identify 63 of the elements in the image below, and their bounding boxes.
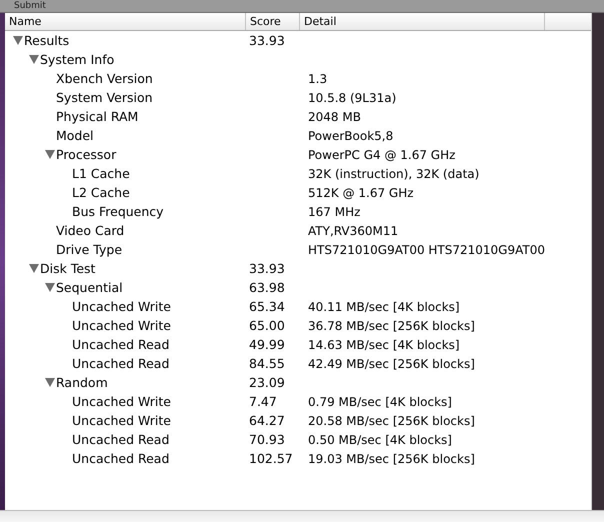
- detail-value: 20.58 MB/sec [256K blocks]: [308, 414, 475, 428]
- detail-value: 14.63 MB/sec [4K blocks]: [308, 338, 460, 352]
- row-name: Uncached Read: [72, 432, 170, 447]
- score-value: 7.47: [249, 394, 277, 409]
- detail-value: 36.78 MB/sec [256K blocks]: [308, 318, 475, 332]
- row-name: Xbench Version: [56, 71, 153, 86]
- score-value: 70.93: [249, 432, 285, 447]
- detail-value: 42.49 MB/sec [256K blocks]: [308, 356, 475, 370]
- row-name: Uncached Read: [72, 451, 170, 466]
- row-name: Uncached Write: [72, 299, 171, 314]
- row-name: Uncached Write: [72, 413, 171, 428]
- score-value: 49.99: [249, 337, 285, 352]
- row-name: Results: [24, 33, 70, 48]
- row-name: L2 Cache: [72, 185, 130, 200]
- score-value: 65.00: [249, 318, 285, 333]
- row-name: Uncached Read: [72, 356, 170, 371]
- row-name: Video Card: [56, 223, 124, 238]
- detail-value: HTS721010G9AT00 HTS721010G9AT00: [308, 242, 545, 256]
- score-value: 102.57: [249, 451, 293, 466]
- row-name: Drive Type: [56, 242, 122, 257]
- disclosure-triangle-icon[interactable]: [45, 283, 55, 292]
- detail-value: 10.5.8 (9L31a): [308, 90, 396, 104]
- row-name: Random: [56, 375, 108, 390]
- score-value: 64.27: [249, 413, 285, 428]
- row-name: Physical RAM: [56, 109, 138, 124]
- score-value: 23.09: [249, 375, 285, 390]
- disclosure-triangle-icon[interactable]: [45, 150, 55, 159]
- row-name: Uncached Read: [72, 337, 170, 352]
- row-name: Disk Test: [40, 261, 96, 276]
- column-header[interactable]: Name: [5, 13, 246, 30]
- score-value: 65.34: [249, 299, 285, 314]
- disclosure-triangle-icon[interactable]: [29, 55, 39, 64]
- row-name: Sequential: [56, 280, 123, 295]
- detail-value: 40.11 MB/sec [4K blocks]: [308, 300, 460, 314]
- row-name: Bus Frequency: [72, 204, 164, 219]
- detail-value: 0.79 MB/sec [4K blocks]: [308, 394, 452, 408]
- row-name: Uncached Write: [72, 394, 171, 409]
- row-name: Model: [56, 128, 94, 143]
- disclosure-triangle-icon[interactable]: [29, 264, 39, 273]
- detail-value: 0.50 MB/sec [4K blocks]: [308, 432, 452, 446]
- score-value: 33.93: [249, 33, 285, 48]
- detail-value: 2048 MB: [308, 110, 361, 124]
- column-header[interactable]: Detail: [300, 13, 545, 30]
- score-value: 63.98: [249, 280, 285, 295]
- row-name: Uncached Write: [72, 318, 171, 333]
- row-name: System Version: [56, 90, 153, 105]
- score-value: 33.93: [249, 261, 285, 276]
- row-name: L1 Cache: [72, 166, 130, 181]
- detail-value: 19.03 MB/sec [256K blocks]: [308, 452, 475, 466]
- disclosure-triangle-icon[interactable]: [45, 378, 55, 387]
- detail-value: PowerBook5,8: [308, 128, 394, 142]
- detail-value: 167 MHz: [308, 204, 360, 218]
- detail-value: ATY,RV360M11: [308, 224, 398, 238]
- submit-button[interactable]: Submit: [14, 0, 46, 12]
- disclosure-triangle-icon[interactable]: [13, 36, 23, 45]
- detail-value: 32K (instruction), 32K (data): [308, 166, 480, 180]
- column-header[interactable]: Score: [246, 13, 300, 30]
- score-value: 84.55: [249, 356, 285, 371]
- detail-value: 1.3: [308, 72, 328, 86]
- detail-value: PowerPC G4 @ 1.67 GHz: [308, 148, 456, 162]
- row-name: Processor: [56, 147, 116, 162]
- detail-value: 512K @ 1.67 GHz: [308, 186, 414, 200]
- row-name: System Info: [40, 52, 114, 67]
